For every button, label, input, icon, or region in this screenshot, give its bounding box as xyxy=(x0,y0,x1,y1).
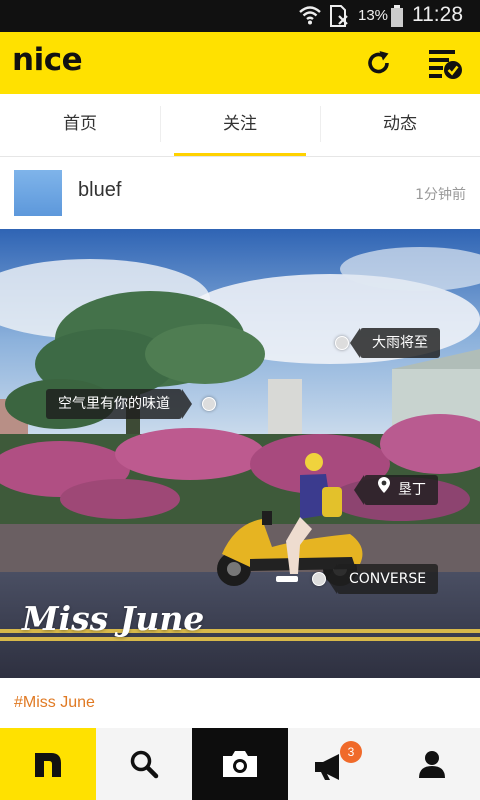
photo-tag-text: 垦丁 xyxy=(398,482,426,498)
hashtag-row: #Miss June xyxy=(0,678,480,728)
location-pin-icon xyxy=(376,475,392,505)
username[interactable]: bluef xyxy=(78,179,121,202)
photo-tag-text: 大雨将至 xyxy=(372,335,428,351)
notification-badge: 3 xyxy=(340,741,362,763)
clock: 11:28 xyxy=(412,3,463,26)
tag-dot[interactable] xyxy=(202,397,216,411)
photo-tag[interactable]: 大雨将至 xyxy=(350,328,440,358)
tab-label: 关注 xyxy=(223,114,257,134)
photo-tag[interactable]: 空气里有你的味道 xyxy=(46,389,192,419)
wifi-icon xyxy=(298,4,322,30)
checklist-icon[interactable] xyxy=(428,48,464,84)
profile-icon xyxy=(419,751,445,778)
tab-home[interactable]: 首页 xyxy=(0,94,160,156)
refresh-icon[interactable] xyxy=(364,48,394,82)
photo-tag-text: 空气里有你的味道 xyxy=(58,396,170,412)
photo-tag-text: CONVERSE xyxy=(349,571,427,587)
nav-camera[interactable] xyxy=(192,728,288,800)
nav-notifications[interactable]: 3 xyxy=(288,728,384,800)
nav-home[interactable] xyxy=(0,728,96,800)
no-sim-icon xyxy=(328,4,350,32)
photo-tag[interactable]: CONVERSE xyxy=(326,564,439,594)
post-photo[interactable]: 大雨将至 空气里有你的味道 垦丁 CONVERSE Miss June xyxy=(0,229,480,678)
post-header: bluef 1分钟前 xyxy=(0,157,480,229)
avatar[interactable] xyxy=(14,170,62,216)
home-icon xyxy=(35,753,61,777)
photo-signature: Miss June xyxy=(22,599,205,638)
search-icon xyxy=(130,750,159,779)
active-tab-indicator xyxy=(174,153,306,156)
tab-following[interactable]: 关注 xyxy=(160,94,320,156)
app-logo: nice xyxy=(12,42,83,78)
app-header: nice xyxy=(0,32,480,94)
tab-label: 动态 xyxy=(383,114,417,134)
nav-profile[interactable] xyxy=(384,728,480,800)
tab-bar: 首页 关注 动态 xyxy=(0,94,480,157)
camera-icon xyxy=(223,751,257,777)
tag-dot[interactable] xyxy=(335,336,349,350)
tag-dot[interactable] xyxy=(312,572,326,586)
bottom-nav: 3 xyxy=(0,728,480,800)
tab-label: 首页 xyxy=(63,114,97,134)
nav-search[interactable] xyxy=(96,728,192,800)
battery-percent: 13% xyxy=(358,7,389,24)
tab-activity[interactable]: 动态 xyxy=(320,94,480,156)
battery-icon xyxy=(390,4,404,32)
status-bar: 13% 11:28 xyxy=(0,0,480,32)
photo-tag[interactable]: 垦丁 xyxy=(354,475,438,505)
hashtag-link[interactable]: #Miss June xyxy=(14,694,95,712)
post-timestamp: 1分钟前 xyxy=(415,187,466,203)
